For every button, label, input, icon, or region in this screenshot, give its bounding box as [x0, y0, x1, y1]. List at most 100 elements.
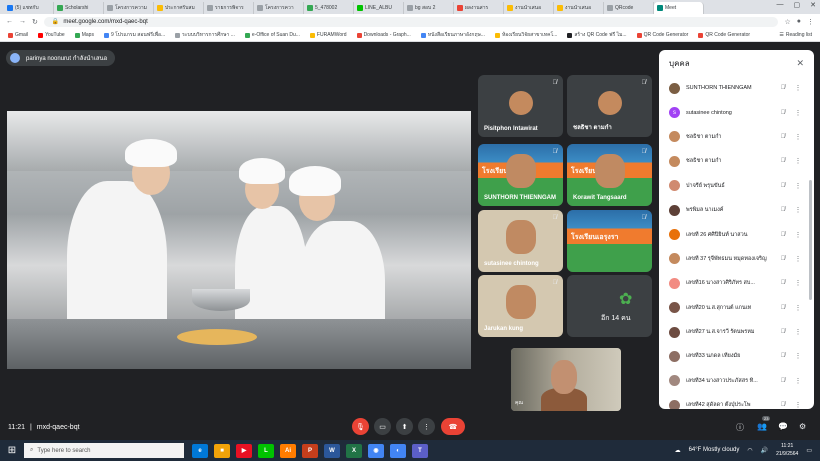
profile-icon[interactable]: ●: [797, 18, 801, 25]
taskbar-app-icon[interactable]: e: [192, 443, 208, 458]
self-view[interactable]: คุณ: [511, 348, 621, 411]
bookmark-item[interactable]: Maps: [74, 31, 94, 39]
taskbar-app-icon[interactable]: Ai: [280, 443, 296, 458]
participant-row[interactable]: ชลธิชา ตามกำ 🎙̸ ⋮: [659, 149, 808, 173]
taskbar-app-icon[interactable]: L: [258, 443, 274, 458]
participant-row[interactable]: เลขที่42 สุดัลดา ตั้งปุ่ประโพ 🎙̸ ⋮: [659, 393, 808, 409]
present-button[interactable]: ⬆: [396, 418, 413, 435]
presentation-video[interactable]: [7, 111, 471, 369]
participant-tile[interactable]: 🎙̸ Jarukan kung: [478, 275, 563, 337]
taskbar-search[interactable]: ⌕ Type here to search: [24, 443, 184, 458]
participant-row[interactable]: เลขที่27 น.ส.จารวี รัตนพรหม 🎙̸ ⋮: [659, 320, 808, 344]
more-options-icon[interactable]: ⋮: [794, 182, 802, 190]
browser-tab[interactable]: รายการพิจาร: [204, 2, 254, 14]
notification-icon[interactable]: ▭: [806, 447, 812, 454]
participant-row[interactable]: ชลธิชา ตามกำ 🎙̸ ⋮: [659, 125, 808, 149]
panel-scrollbar[interactable]: [809, 180, 812, 300]
more-participants-tile[interactable]: ✿ อีก 14 คน: [567, 275, 652, 337]
menu-icon[interactable]: ⋮: [807, 18, 814, 26]
browser-tab[interactable]: งานนำเสนอ: [504, 2, 554, 14]
participant-tile[interactable]: โรงเรียนเอรุงรา 🎙̸: [567, 210, 652, 272]
taskbar-app-icon[interactable]: ▶: [236, 443, 252, 458]
bookmark-item[interactable]: YouTube: [38, 31, 65, 39]
reading-list[interactable]: ☰ Reading list: [779, 32, 812, 38]
participant-row[interactable]: ปาจรีย์ พรุนขันธ์ 🎙̸ ⋮: [659, 174, 808, 198]
bookmark-item[interactable]: Gmail: [8, 31, 28, 39]
more-options-icon[interactable]: ⋮: [794, 304, 802, 312]
windows-start-icon[interactable]: ⊞: [4, 443, 20, 459]
taskbar-app-icon[interactable]: ◐: [390, 443, 406, 458]
reload-icon[interactable]: ↻: [32, 18, 38, 26]
taskbar-app-icon[interactable]: T: [412, 443, 428, 458]
browser-tab[interactable]: โครงการควา: [254, 2, 304, 14]
url-field[interactable]: 🔒 meet.google.com/mxd-qaec-bqt: [43, 16, 779, 27]
leave-call-button[interactable]: ☎: [441, 418, 465, 435]
clock[interactable]: 11:21 21/9/2564: [776, 442, 798, 458]
bookmark-item[interactable]: QR Code Generator: [698, 31, 750, 39]
close-icon[interactable]: ✕: [796, 58, 804, 69]
taskbar-app-icon[interactable]: P: [302, 443, 318, 458]
activities-icon[interactable]: ⚙: [799, 422, 806, 431]
more-options-icon[interactable]: ⋮: [794, 401, 802, 409]
more-options-icon[interactable]: ⋮: [794, 279, 802, 287]
mic-off-button[interactable]: 🎙: [352, 418, 369, 435]
participant-row[interactable]: s sutasinee chintong 🎙̸ ⋮: [659, 100, 808, 124]
more-options-icon[interactable]: ⋮: [794, 133, 802, 141]
bookmark-item[interactable]: ห้องเรียนวิจัยสาขาเทคโ...: [494, 31, 557, 39]
more-options-icon[interactable]: ⋮: [794, 84, 802, 92]
star-icon[interactable]: ☆: [784, 18, 790, 26]
participant-row[interactable]: SUNTHORN THIENNGAM 🎙̸ ⋮: [659, 76, 808, 100]
bookmark-item[interactable]: FURAMWord: [309, 31, 347, 39]
bookmark-item[interactable]: QR Code Generator: [636, 31, 688, 39]
participant-row[interactable]: เลขที่ 37 รุจีพัทธมน หมุดทองเจริญ 🎙̸ ⋮: [659, 247, 808, 271]
participant-row[interactable]: เลขที่16 นางสาวศิริภัทร สบ... 🎙̸ ⋮: [659, 271, 808, 295]
participant-row[interactable]: พรพิมล นาเมงค์ 🎙̸ ⋮: [659, 198, 808, 222]
browser-tab[interactable]: 5_478002: [304, 2, 354, 14]
participant-row[interactable]: เลขที่33 นภดล เที่ยงมัย 🎙̸ ⋮: [659, 344, 808, 368]
browser-tab[interactable]: ประกาศรับสม: [154, 2, 204, 14]
browser-tab[interactable]: Scholarshi: [54, 2, 104, 14]
taskbar-app-icon[interactable]: ◉: [368, 443, 384, 458]
participant-row[interactable]: เลขที่20 น.ส.สุกานต์ แกนเท 🎙̸ ⋮: [659, 296, 808, 320]
browser-tab[interactable]: (5) แชทกับ: [4, 2, 54, 14]
browser-tab[interactable]: โครงการความ: [104, 2, 154, 14]
forward-icon[interactable]: →: [19, 18, 26, 25]
more-options-icon[interactable]: ⋮: [794, 377, 802, 385]
info-icon[interactable]: ⓘ: [736, 422, 744, 433]
browser-tab[interactable]: LINE_ALBU: [354, 2, 404, 14]
more-options-icon[interactable]: ⋮: [794, 206, 802, 214]
people-icon[interactable]: 👥: [757, 422, 767, 431]
participant-tile[interactable]: 🎙̸ Pisitphon Intawirat: [478, 75, 563, 137]
bookmark-item[interactable]: หนังสือเรียนภาษาอังกฤษ...: [420, 31, 485, 39]
participant-tile[interactable]: โรงเรียนเอ 🎙̸ SUNTHORN THIENNGAM: [478, 144, 563, 206]
more-options-icon[interactable]: ⋮: [794, 157, 802, 165]
participant-tile[interactable]: 🎙̸ sutasinee chintong: [478, 210, 563, 272]
bookmark-item[interactable]: สร้าง QR Code ฟรี ไม...: [567, 31, 627, 39]
more-options-button[interactable]: ⋮: [418, 418, 435, 435]
participant-row[interactable]: เลขที่ 26 ศศิปิยินท์ นาสวน 🎙̸ ⋮: [659, 222, 808, 246]
chat-icon[interactable]: 💬: [778, 422, 788, 431]
more-options-icon[interactable]: ⋮: [794, 328, 802, 336]
taskbar-app-icon[interactable]: X: [346, 443, 362, 458]
more-options-icon[interactable]: ⋮: [794, 352, 802, 360]
more-options-icon[interactable]: ⋮: [794, 109, 802, 117]
participant-row[interactable]: เลขที่34 นางสาวประภัสสร ทิ... 🎙̸ ⋮: [659, 369, 808, 393]
camera-button[interactable]: ▭: [374, 418, 391, 435]
browser-tab[interactable]: bg สอบ 2: [404, 2, 454, 14]
participant-tile[interactable]: 🎙̸ ชลธิชา ตามกำ: [567, 75, 652, 137]
taskbar-app-icon[interactable]: ■: [214, 443, 230, 458]
back-icon[interactable]: ←: [6, 18, 13, 25]
browser-tab[interactable]: งานนำเสนอ: [554, 2, 604, 14]
bookmark-item[interactable]: 9 โปรแกรม สอนฟรีเพื่อ...: [103, 31, 165, 39]
bookmark-item[interactable]: Downloads - Graph...: [356, 31, 411, 39]
participant-tile[interactable]: โรงเรียนเอ 🎙̸ Korawit Tangsaard: [567, 144, 652, 206]
taskbar-app-icon[interactable]: W: [324, 443, 340, 458]
more-options-icon[interactable]: ⋮: [794, 255, 802, 263]
bookmark-item[interactable]: ระบบบริหารการศึกษา ...: [175, 31, 235, 39]
maximize-icon[interactable]: ▢: [794, 1, 801, 9]
browser-tab[interactable]: QRcode: [604, 2, 654, 14]
minimize-icon[interactable]: —: [777, 1, 784, 9]
more-options-icon[interactable]: ⋮: [794, 231, 802, 239]
volume-icon[interactable]: 🔊: [761, 447, 768, 454]
bookmark-item[interactable]: e-Office of Suan Du...: [244, 31, 300, 39]
